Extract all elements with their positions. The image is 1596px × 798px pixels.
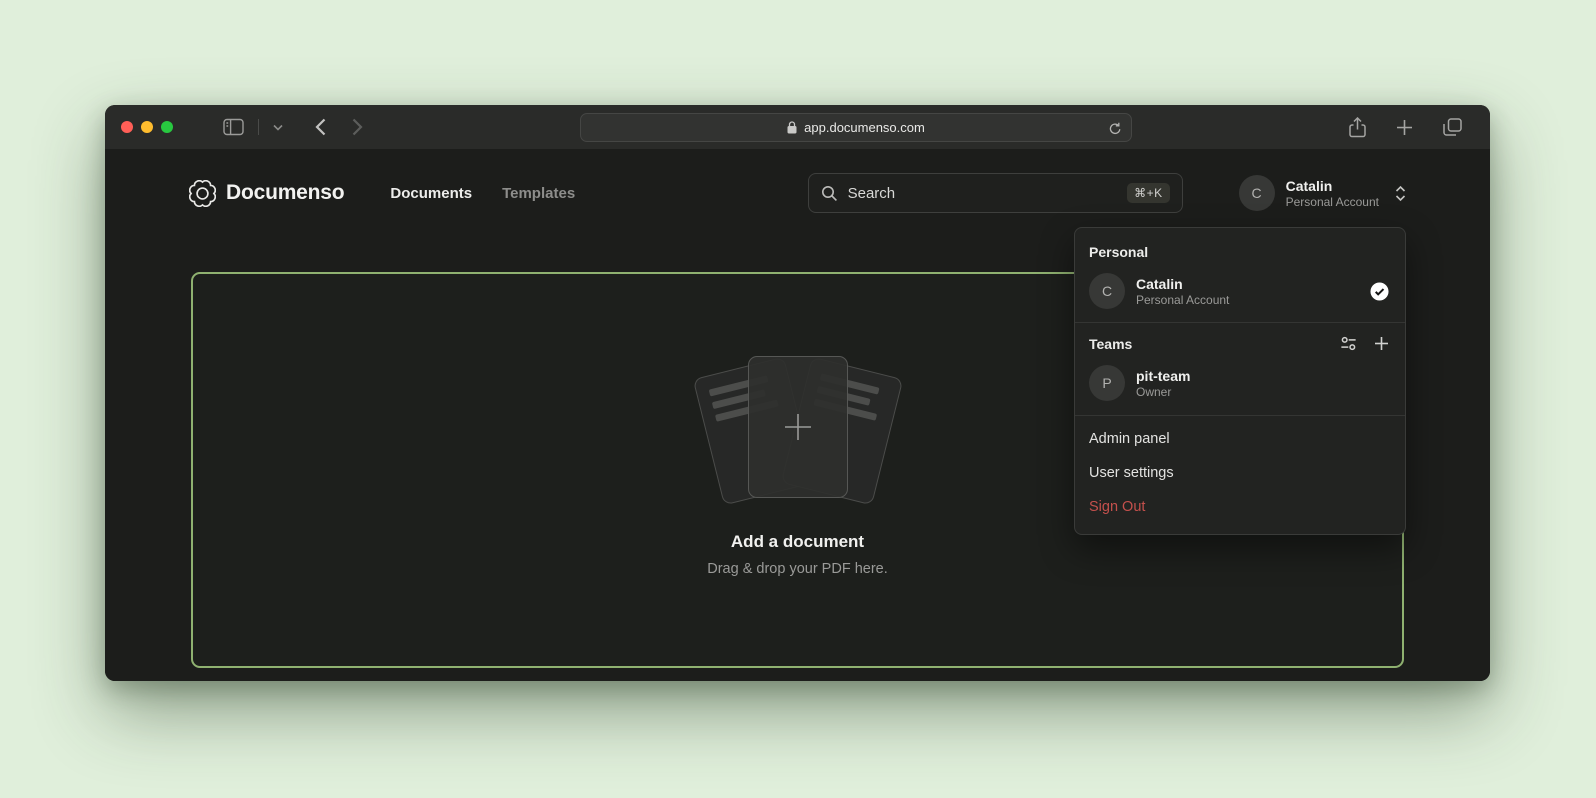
create-team-plus-icon[interactable]	[1374, 336, 1389, 351]
new-tab-icon[interactable]	[1392, 115, 1417, 140]
menu-item-personal-account[interactable]: C Catalin Personal Account	[1075, 266, 1405, 322]
back-button[interactable]	[311, 114, 330, 140]
account-avatar: C	[1239, 175, 1275, 211]
search-placeholder: Search	[848, 185, 1117, 202]
personal-name: Catalin	[1136, 276, 1359, 292]
app-header: Documenso Documents Templates Search ⌘+K…	[105, 149, 1490, 216]
document-stack-icon	[693, 354, 903, 506]
team-avatar: P	[1089, 365, 1125, 401]
documenso-logo-icon	[189, 180, 216, 207]
share-icon[interactable]	[1345, 113, 1370, 142]
dropzone-subtitle: Drag & drop your PDF here.	[707, 561, 888, 577]
personal-subtitle: Personal Account	[1136, 293, 1359, 307]
team-name: pit-team	[1136, 368, 1190, 384]
forward-button[interactable]	[348, 114, 367, 140]
dropzone-title: Add a document	[731, 532, 864, 552]
refresh-icon[interactable]	[1108, 121, 1122, 136]
search-icon	[821, 185, 838, 202]
toolbar-divider	[258, 119, 259, 135]
stack-card-center	[748, 356, 848, 498]
account-dropdown-menu: Personal C Catalin Personal Account Team…	[1074, 227, 1406, 535]
menu-item-sign-out[interactable]: Sign Out	[1075, 490, 1405, 524]
brand[interactable]: Documenso	[189, 180, 344, 207]
primary-nav: Documents Templates	[390, 185, 575, 202]
close-window-button[interactable]	[121, 121, 133, 133]
menu-item-pit-team[interactable]: P pit-team Owner	[1075, 357, 1405, 415]
sidebar-toggle-icon[interactable]	[219, 114, 248, 140]
sidebar-menu-chevron-icon[interactable]	[269, 120, 287, 135]
address-text: app.documenso.com	[804, 120, 925, 135]
plus-icon	[783, 412, 813, 442]
nav-templates[interactable]: Templates	[502, 185, 575, 202]
account-name: Catalin	[1286, 178, 1379, 194]
address-bar[interactable]: app.documenso.com	[580, 113, 1132, 142]
team-role: Owner	[1136, 385, 1190, 399]
brand-name: Documenso	[226, 181, 344, 205]
tab-overview-icon[interactable]	[1439, 114, 1466, 140]
account-subtitle: Personal Account	[1286, 195, 1379, 209]
menu-section-teams: Teams	[1089, 336, 1339, 352]
page-content: Documenso Documents Templates Search ⌘+K…	[105, 149, 1490, 681]
menu-item-admin-panel[interactable]: Admin panel	[1075, 422, 1405, 456]
account-menu-trigger[interactable]: C Catalin Personal Account	[1239, 175, 1406, 211]
menu-divider	[1075, 415, 1405, 416]
personal-avatar: C	[1089, 273, 1125, 309]
menu-section-personal: Personal	[1075, 236, 1405, 266]
window-controls	[121, 121, 173, 133]
nav-documents[interactable]: Documents	[390, 185, 472, 202]
zoom-window-button[interactable]	[161, 121, 173, 133]
browser-toolbar: app.documenso.com	[105, 105, 1490, 149]
lock-icon	[787, 121, 797, 134]
check-circle-icon	[1370, 282, 1389, 301]
browser-window: app.documenso.com	[105, 105, 1490, 681]
menu-item-user-settings[interactable]: User settings	[1075, 456, 1405, 490]
minimize-window-button[interactable]	[141, 121, 153, 133]
search-shortcut-badge: ⌘+K	[1127, 183, 1170, 203]
search-input[interactable]: Search ⌘+K	[808, 173, 1183, 213]
manage-teams-icon[interactable]	[1339, 334, 1358, 353]
chevron-up-down-icon	[1395, 185, 1406, 202]
